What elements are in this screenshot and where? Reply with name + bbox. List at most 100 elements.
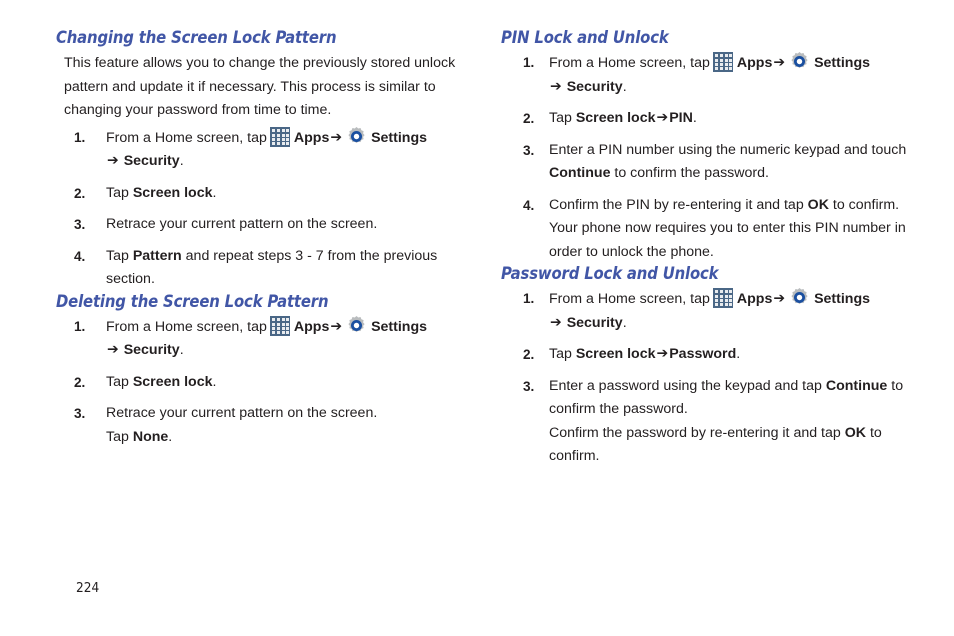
step-text: Confirm the PIN by re-entering it and ta… [549, 197, 906, 260]
arrow-icon: ➔ [550, 314, 562, 330]
step-sub-line: Tap None. [106, 426, 467, 450]
step-lead-text: From a Home screen, tap [549, 55, 710, 71]
step-text: Tap Screen lock➔Password. [549, 346, 740, 363]
step-text: Tap Pattern and repeat steps 3 - 7 from … [106, 248, 437, 288]
apps-label: Apps [293, 129, 330, 146]
step-item: 1. From a Home screen, tap Apps➔ Settings ➔… [501, 287, 924, 335]
arrow-icon: ➔ [550, 78, 562, 94]
continue-label: Continue [825, 377, 888, 394]
security-label: Security [566, 314, 623, 331]
step-number: 4. [74, 248, 86, 264]
step-sub-line: ➔ Security. [106, 339, 467, 363]
step-text: Enter a password using the keypad and ta… [549, 378, 924, 469]
step-item: 2. Tap Screen lock➔Password. [501, 343, 924, 367]
arrow-icon: ➔ [107, 152, 119, 169]
settings-gear-icon[interactable] [789, 287, 810, 308]
step-number: 1. [523, 55, 535, 70]
pin-label: PIN [669, 110, 693, 126]
step-lead-text: From a Home screen, tap [106, 129, 267, 146]
settings-label: Settings [371, 129, 428, 146]
screen-lock-label: Screen lock [575, 346, 656, 362]
step-item: 4. Confirm the PIN by re-entering it and… [501, 194, 924, 265]
step-item: 1. From a Home screen, tap Apps➔ Settings ➔… [56, 126, 467, 174]
apps-label: Apps [293, 318, 330, 335]
arrow-icon: ➔ [656, 109, 669, 126]
step-number: 1. [74, 129, 86, 145]
step-number: 3. [74, 217, 86, 232]
step-number: 2. [74, 185, 86, 201]
section-heading-changing-pattern: Changing the Screen Lock Pattern [56, 28, 337, 47]
step-text: Enter a PIN number using the numeric key… [549, 142, 906, 182]
security-label: Security [566, 78, 623, 95]
left-column: Changing the Screen Lock Pattern This fe… [0, 28, 477, 469]
section-intro-paragraph: This feature allows you to change the pr… [64, 55, 456, 118]
apps-grid-icon[interactable] [269, 126, 290, 147]
section-heading-password-lock: Password Lock and Unlock [501, 264, 719, 283]
step-item: 3. Retrace your current pattern on the s… [56, 402, 467, 449]
settings-label: Settings [371, 318, 428, 335]
steps-list-changing-pattern: 1. From a Home screen, tap Apps➔ Settings ➔… [56, 126, 467, 292]
arrow-icon: ➔ [773, 54, 786, 71]
step-text: From a Home screen, tap Apps➔ Settings ➔ Se… [106, 126, 467, 174]
step-extra-suffix: . [168, 428, 173, 445]
step-number: 3. [523, 142, 535, 158]
step-prefix: Enter a PIN number using the numeric key… [549, 141, 907, 158]
password-label: Password [669, 346, 737, 362]
step-number: 1. [74, 318, 86, 334]
step-item: 3. Enter a PIN number using the numeric … [501, 139, 924, 186]
step-number: 2. [74, 374, 86, 390]
settings-gear-icon[interactable] [789, 51, 810, 72]
section-heading-deleting-pattern: Deleting the Screen Lock Pattern [56, 291, 329, 311]
step-prefix: Tap [549, 110, 576, 126]
step-item: 4. Tap Pattern and repeat steps 3 - 7 fr… [56, 245, 467, 292]
settings-label: Settings [814, 291, 871, 307]
step-text: Tap Screen lock. [106, 374, 216, 390]
step-text: Tap Screen lock➔PIN. [549, 110, 697, 127]
step-number: 2. [523, 111, 535, 126]
step-main-text: Retrace your current pattern on the scre… [106, 405, 378, 421]
step-sub-line: ➔ Security. [549, 312, 924, 336]
arrow-icon: ➔ [656, 345, 669, 362]
step-text: Retrace your current pattern on the scre… [106, 405, 467, 449]
step-item: 2. Tap Screen lock. [56, 182, 467, 206]
steps-list-pin-lock: 1. From a Home screen, tap Apps➔ Settings ➔… [501, 51, 924, 264]
step-prefix: Enter a password using the keypad and ta… [549, 377, 826, 394]
step-extra-prefix: Confirm the password by re-entering it a… [549, 424, 845, 441]
step-item: 1. From a Home screen, tap Apps➔ Settings ➔… [56, 315, 467, 363]
step-prefix: Tap [106, 184, 133, 201]
step-text: From a Home screen, tap Apps➔ Settings ➔ Se… [549, 52, 924, 100]
step-suffix: . [212, 373, 217, 390]
settings-gear-icon[interactable] [346, 126, 367, 147]
period: . [622, 78, 627, 95]
apps-label: Apps [736, 291, 773, 307]
arrow-icon: ➔ [330, 129, 343, 145]
step-number: 2. [523, 347, 535, 362]
step-number: 3. [523, 378, 535, 394]
security-label: Security [123, 153, 180, 169]
two-column-layout: Changing the Screen Lock Pattern This fe… [0, 28, 954, 469]
step-prefix: Tap [549, 346, 576, 362]
step-extra-prefix: Tap [106, 428, 133, 445]
apps-grid-icon[interactable] [712, 288, 733, 308]
apps-grid-icon[interactable] [269, 315, 290, 336]
steps-list-deleting-pattern: 1. From a Home screen, tap Apps➔ Settings ➔… [56, 315, 467, 450]
step-item: 3. Retrace your current pattern on the s… [56, 213, 467, 237]
step-item: 3. Enter a password using the keypad and… [501, 375, 924, 469]
period: . [179, 342, 184, 358]
step-item: 1. From a Home screen, tap Apps➔ Settings ➔… [501, 51, 924, 99]
step-sub-line: ➔ Security. [549, 76, 924, 100]
settings-label: Settings [814, 55, 871, 71]
settings-gear-icon[interactable] [346, 315, 367, 336]
right-column: PIN Lock and Unlock 1. From a Home scree… [477, 28, 954, 469]
step-prefix: Confirm the PIN by re-entering it and ta… [549, 196, 808, 213]
step-sub-line: ➔ Security. [106, 150, 467, 174]
pattern-label: Pattern [132, 247, 182, 264]
step-prefix: Tap [106, 373, 133, 390]
period: . [179, 153, 184, 169]
screen-lock-label: Screen lock [575, 110, 656, 126]
arrow-icon: ➔ [330, 318, 343, 334]
apps-grid-icon[interactable] [712, 52, 733, 72]
step-number: 1. [523, 291, 535, 306]
ok-label: OK [844, 424, 867, 441]
step-suffix: . [212, 184, 217, 201]
